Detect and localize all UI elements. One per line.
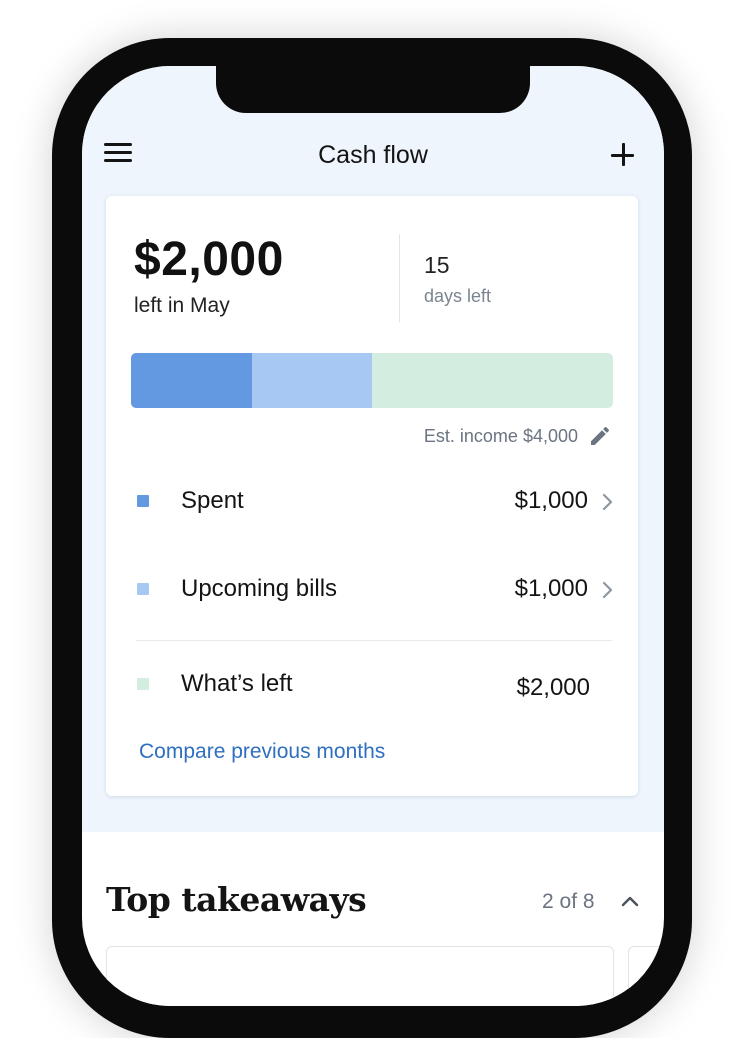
takeaways-count: 2 of 8 xyxy=(542,890,595,913)
legend-label-whats-left: What’s left xyxy=(181,670,293,697)
days-left-count: 15 xyxy=(424,252,450,278)
amount-left: $2,000 xyxy=(134,233,284,286)
progress-segment-spent xyxy=(131,353,252,408)
cash-flow-progress-bar xyxy=(131,353,613,408)
takeaway-card[interactable] xyxy=(106,946,614,1006)
phone-notch xyxy=(216,66,530,113)
add-button[interactable] xyxy=(610,142,636,168)
chevron-right-icon xyxy=(602,581,613,599)
legend-row-spent[interactable]: Spent $1,000 xyxy=(106,471,638,531)
cash-flow-summary-card: $2,000 left in May 15 days left Est. inc… xyxy=(106,196,638,796)
top-takeaways-heading: Top takeaways xyxy=(106,880,367,919)
app-screen: Cash flow $2,000 left in May 15 days lef… xyxy=(82,66,664,1006)
legend-divider xyxy=(136,640,612,641)
chevron-up-icon[interactable] xyxy=(620,894,640,908)
progress-segment-upcoming-bills xyxy=(251,353,372,408)
legend-value-whats-left: $2,000 xyxy=(516,674,590,701)
estimated-income-label: Est. income $4,000 xyxy=(423,425,578,446)
legend-value-upcoming-bills: $1,000 xyxy=(514,575,588,602)
legend-row-upcoming-bills[interactable]: Upcoming bills $1,000 xyxy=(106,559,638,619)
legend-value-spent: $1,000 xyxy=(514,487,588,514)
legend-swatch-whats-left xyxy=(137,678,149,690)
chevron-right-icon xyxy=(602,493,613,511)
progress-segment-what-s-left xyxy=(372,353,613,408)
legend-swatch-upcoming-bills xyxy=(137,583,149,595)
estimated-income-edit[interactable]: Est. income $4,000 xyxy=(424,424,612,448)
amount-left-caption: left in May xyxy=(134,294,230,317)
legend-swatch-spent xyxy=(137,495,149,507)
summary-divider xyxy=(399,234,400,322)
legend-row-whats-left: What’s left $2,000 xyxy=(106,654,638,714)
compare-previous-months-link[interactable]: Compare previous months xyxy=(139,740,385,764)
legend-label-upcoming-bills: Upcoming bills xyxy=(181,575,338,602)
days-left-label: days left xyxy=(424,286,492,306)
takeaway-card-next[interactable] xyxy=(628,946,664,1006)
legend-label-spent: Spent xyxy=(181,487,244,514)
page-title: Cash flow xyxy=(318,141,428,169)
pencil-icon xyxy=(591,426,610,445)
